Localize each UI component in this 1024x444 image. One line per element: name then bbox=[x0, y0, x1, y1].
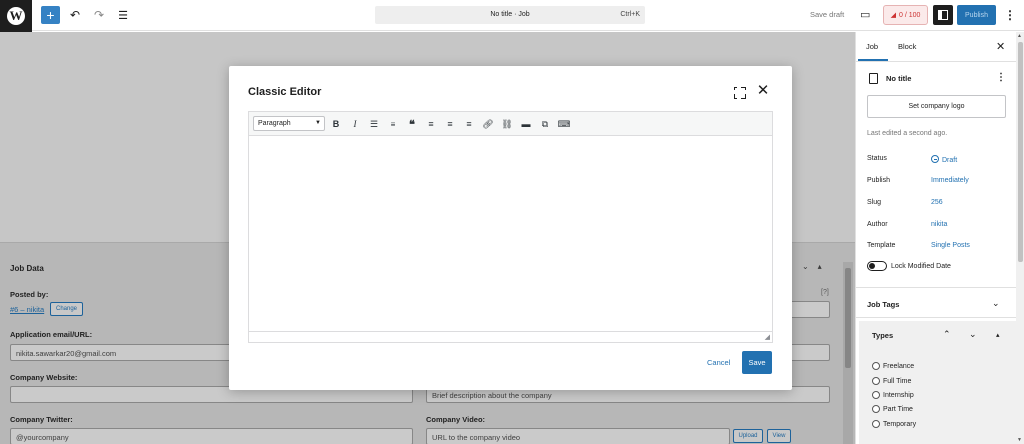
add-block-button[interactable]: + bbox=[41, 6, 60, 24]
type-option-freelance[interactable]: Freelance bbox=[872, 362, 914, 370]
set-company-logo-button[interactable]: Set company logo bbox=[867, 95, 1006, 118]
chevron-up-icon[interactable]: ⌃ bbox=[943, 329, 951, 340]
close-sidebar-icon[interactable]: ✕ bbox=[996, 40, 1005, 53]
editor-statusbar: ◢ bbox=[249, 331, 772, 342]
numbered-list-icon[interactable]: ≡ bbox=[386, 117, 400, 131]
read-more-icon[interactable]: ▬ bbox=[519, 117, 533, 131]
type-option-part-time[interactable]: Part Time bbox=[872, 405, 913, 413]
sidebar-icon bbox=[938, 10, 948, 20]
settings-sidebar: Job Block ✕ No title ⋮ Set company logo … bbox=[855, 32, 1024, 444]
caret-down-icon: ▼ bbox=[315, 120, 321, 126]
editor-content-area[interactable] bbox=[249, 136, 772, 332]
resize-handle-icon[interactable]: ◢ bbox=[765, 333, 770, 341]
sidebar-doc-title: No title bbox=[886, 74, 912, 83]
align-center-icon[interactable]: ≡ bbox=[443, 117, 457, 131]
slug-value[interactable]: 256 bbox=[931, 199, 943, 206]
wordpress-logo-icon[interactable]: W bbox=[0, 0, 32, 32]
redo-icon: ↷ bbox=[93, 8, 105, 22]
status-label: Status bbox=[867, 155, 887, 162]
fullscreen-icon[interactable] bbox=[732, 85, 746, 99]
types-panel: Types ⌃ ⌄ ▴ Freelance Full Time Internsh… bbox=[859, 321, 1020, 444]
document-icon bbox=[869, 73, 878, 84]
author-value[interactable]: nikita bbox=[931, 221, 947, 228]
blockquote-icon[interactable]: ❝ bbox=[405, 117, 419, 131]
status-value[interactable]: Draft bbox=[931, 155, 957, 164]
toolbar-toggle-icon[interactable]: ⧉ bbox=[538, 117, 552, 131]
radio-icon[interactable] bbox=[872, 362, 880, 370]
command-palette-bar[interactable]: No title · Job Ctrl+K bbox=[375, 6, 645, 24]
format-select[interactable]: Paragraph ▼ bbox=[253, 116, 325, 131]
radio-icon[interactable] bbox=[872, 377, 880, 385]
cancel-button[interactable]: Cancel bbox=[707, 358, 730, 367]
seo-score-badge[interactable]: ◢ 0 / 100 bbox=[883, 5, 928, 25]
keyboard-icon[interactable]: ⌨ bbox=[557, 117, 571, 131]
bullet-list-icon[interactable]: ☰ bbox=[367, 117, 381, 131]
undo-icon: ↶ bbox=[69, 8, 81, 22]
shortcut-hint: Ctrl+K bbox=[620, 11, 640, 18]
last-edited-text: Last edited a second ago. bbox=[867, 130, 948, 137]
document-actions-icon[interactable]: ⋮ bbox=[996, 72, 1006, 83]
classic-editor-modal: Classic Editor ✕ Paragraph ▼ B I ☰ ≡ ❝ ≡… bbox=[229, 66, 792, 390]
list-view-icon: ☰ bbox=[118, 9, 128, 22]
sidebar-scrollbar[interactable]: ▲ ▼ bbox=[1016, 32, 1024, 444]
top-toolbar: W + ↶ ↷ ☰ No title · Job Ctrl+K Save dra… bbox=[0, 0, 1024, 32]
radio-icon[interactable] bbox=[872, 405, 880, 413]
classic-editor: Paragraph ▼ B I ☰ ≡ ❝ ≡ ≡ ≡ 🔗︎ ⛓ ▬ ⧉ ⌨ ◢ bbox=[248, 111, 773, 343]
preview-icon[interactable]: ▭ bbox=[860, 8, 872, 22]
save-button[interactable]: Save bbox=[742, 351, 772, 374]
author-label: Author bbox=[867, 221, 888, 228]
lock-modified-toggle[interactable] bbox=[867, 261, 887, 271]
draft-status-icon bbox=[931, 155, 939, 163]
collapse-up-icon[interactable]: ▴ bbox=[996, 331, 1000, 339]
undo-button[interactable]: ↶ bbox=[66, 6, 84, 24]
lock-modified-label: Lock Modified Date bbox=[891, 263, 951, 270]
type-option-full-time[interactable]: Full Time bbox=[872, 377, 911, 385]
document-title: No title · Job bbox=[490, 11, 530, 18]
plus-icon: + bbox=[46, 7, 55, 23]
more-options-icon[interactable]: ⋮ bbox=[1002, 6, 1018, 24]
tab-block[interactable]: Block bbox=[898, 42, 916, 51]
document-overview-button[interactable]: ☰ bbox=[114, 6, 132, 24]
template-label: Template bbox=[867, 242, 896, 249]
chevron-down-icon[interactable]: ⌄ bbox=[969, 329, 977, 340]
unlink-icon[interactable]: ⛓ bbox=[500, 117, 514, 131]
seo-trend-icon: ◢ bbox=[890, 12, 896, 19]
radio-icon[interactable] bbox=[872, 420, 880, 428]
redo-button[interactable]: ↷ bbox=[90, 6, 108, 24]
align-right-icon[interactable]: ≡ bbox=[462, 117, 476, 131]
bold-icon[interactable]: B bbox=[329, 117, 343, 131]
link-icon[interactable]: 🔗︎ bbox=[481, 117, 495, 131]
publish-button[interactable]: Publish bbox=[957, 5, 996, 25]
publish-value[interactable]: Immediately bbox=[931, 177, 969, 184]
align-left-icon[interactable]: ≡ bbox=[424, 117, 438, 131]
type-option-internship[interactable]: Internship bbox=[872, 391, 914, 399]
modal-title: Classic Editor bbox=[248, 86, 322, 98]
slug-label: Slug bbox=[867, 199, 882, 206]
tab-job[interactable]: Job bbox=[866, 42, 878, 51]
template-value[interactable]: Single Posts bbox=[931, 242, 970, 249]
close-icon[interactable]: ✕ bbox=[755, 83, 771, 99]
save-draft-button[interactable]: Save draft bbox=[810, 10, 844, 19]
radio-icon[interactable] bbox=[872, 391, 880, 399]
types-title: Types bbox=[872, 331, 894, 340]
type-option-temporary[interactable]: Temporary bbox=[872, 420, 916, 428]
settings-sidebar-toggle[interactable] bbox=[933, 5, 953, 25]
italic-icon[interactable]: I bbox=[348, 117, 362, 131]
chevron-down-icon[interactable]: ⌄ bbox=[992, 298, 1000, 309]
editor-toolbar: Paragraph ▼ B I ☰ ≡ ❝ ≡ ≡ ≡ 🔗︎ ⛓ ▬ ⧉ ⌨ bbox=[249, 112, 772, 136]
publish-label: Publish bbox=[867, 177, 890, 184]
job-tags-panel-title[interactable]: Job Tags bbox=[867, 300, 899, 309]
